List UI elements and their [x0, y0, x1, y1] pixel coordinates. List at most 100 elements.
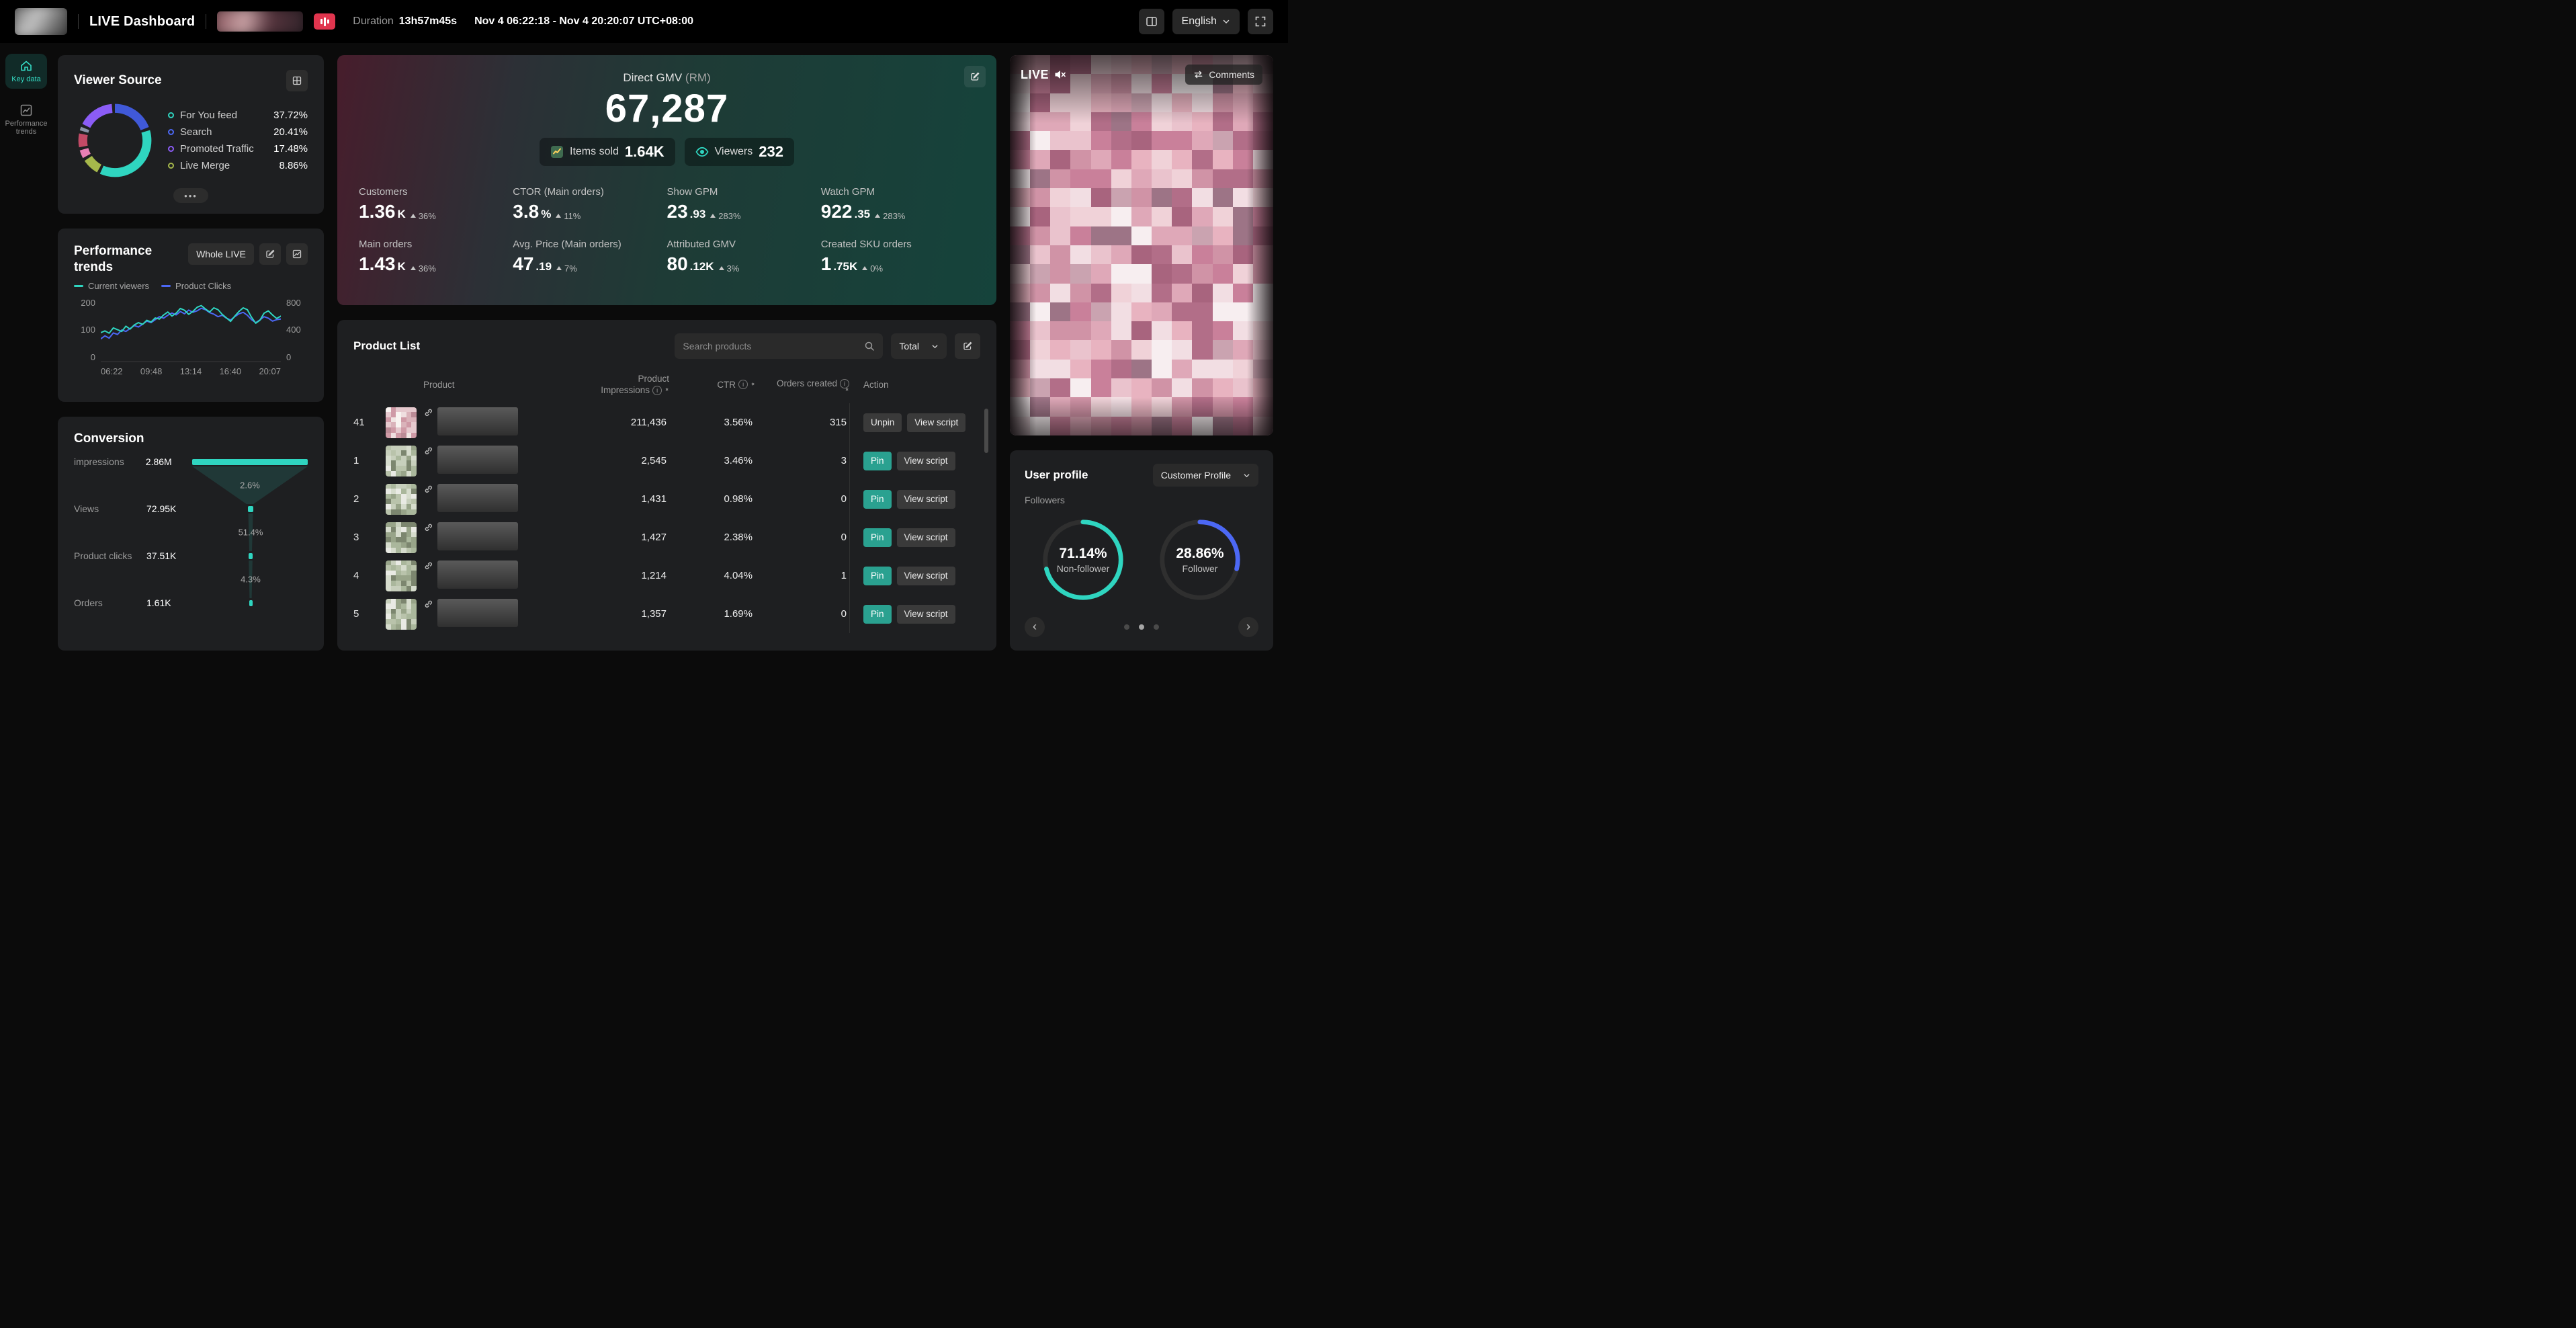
live-status-icon — [314, 13, 335, 30]
view-script-button[interactable]: View script — [897, 490, 955, 509]
performance-line-chart: 200 100 0 800 400 0 — [74, 298, 308, 362]
layout-toggle-button[interactable] — [1139, 9, 1164, 34]
product-title-redacted — [437, 599, 518, 627]
carousel-dot[interactable] — [1124, 624, 1129, 630]
carousel-dots — [1124, 624, 1159, 630]
sort-control[interactable]: ▲▼ — [750, 384, 755, 385]
legend-dot — [168, 146, 174, 152]
view-script-button[interactable]: View script — [907, 413, 965, 432]
link-icon[interactable] — [423, 407, 433, 417]
range-selector-button[interactable]: Whole LIVE — [188, 243, 254, 265]
profile-type-select[interactable]: Customer Profile — [1153, 464, 1258, 487]
product-title-redacted — [437, 446, 518, 474]
vertical-scrollbar[interactable] — [984, 409, 988, 453]
pin-button[interactable]: Pin — [863, 452, 892, 470]
conversion-title: Conversion — [74, 431, 308, 446]
carousel-next-button[interactable]: › — [1238, 617, 1258, 637]
table-row[interactable]: 1 2,545 3.46% 3 — [353, 442, 980, 480]
product-list-card: Product List Total — [337, 320, 996, 651]
home-icon — [19, 59, 33, 73]
scope-select[interactable]: Total — [891, 333, 947, 359]
info-icon[interactable]: i — [738, 380, 748, 389]
link-icon[interactable] — [423, 522, 433, 532]
profile-type-value: Customer Profile — [1161, 470, 1231, 481]
pin-button[interactable]: Unpin — [863, 413, 902, 432]
info-icon[interactable]: i — [652, 386, 662, 395]
pin-button[interactable]: Pin — [863, 528, 892, 547]
view-script-button[interactable]: View script — [897, 605, 955, 624]
orders-value: 3 — [755, 455, 849, 466]
legend-value: 8.86% — [279, 160, 308, 171]
ctr-value: 3.46% — [669, 455, 755, 466]
link-icon[interactable] — [423, 599, 433, 609]
time-range: Nov 4 06:22:18 - Nov 4 20:20:07 UTC+08:0… — [474, 15, 693, 28]
rank: 4 — [353, 570, 386, 581]
sidebar-item-key-data[interactable]: Key data — [5, 54, 47, 89]
pin-button[interactable]: Pin — [863, 490, 892, 509]
link-icon[interactable] — [423, 561, 433, 571]
legend-item: Promoted Traffic 17.48% — [168, 143, 308, 155]
left-sidebar: Key data Performance trends — [0, 43, 52, 664]
fullscreen-button[interactable] — [1248, 9, 1273, 34]
edit-gmv-card-button[interactable] — [964, 66, 986, 87]
product-cell — [386, 599, 555, 630]
product-list-title: Product List — [353, 339, 667, 353]
gauge-percent: 71.14% — [1059, 546, 1107, 562]
pin-button[interactable]: Pin — [863, 605, 892, 624]
search-input[interactable] — [683, 341, 859, 351]
stage-value: 37.51K — [146, 550, 194, 561]
more-sources-button[interactable]: ••• — [173, 188, 208, 203]
view-script-button[interactable]: View script — [897, 452, 955, 470]
stage-value: 1.61K — [146, 597, 194, 608]
sidebar-item-label: Key data — [11, 75, 40, 84]
table-row[interactable]: 41 211,436 3.56% 315 — [353, 403, 980, 442]
link-icon[interactable] — [423, 446, 433, 456]
viewer-source-view-toggle[interactable] — [286, 70, 308, 91]
stat-customers: Customers 1.36K36% — [359, 186, 513, 222]
duration-label: Duration — [353, 15, 393, 28]
impressions-value: 1,427 — [555, 532, 669, 543]
follower-gauge: 28.86% Follower — [1157, 517, 1243, 603]
link-icon[interactable] — [423, 484, 433, 494]
view-script-button[interactable]: View script — [897, 567, 955, 585]
orders-value: 0 — [755, 608, 849, 620]
table-row[interactable]: 5 1,357 1.69% 0 — [353, 595, 980, 633]
legend-dot — [168, 112, 174, 118]
toggle-comments-button[interactable]: Comments — [1185, 65, 1262, 85]
stat-watch-gpm: Watch GPM 922.35283% — [821, 186, 975, 222]
table-row[interactable]: 3 1,427 2.38% 0 — [353, 518, 980, 556]
carousel-dot[interactable] — [1154, 624, 1159, 630]
duration: Duration 13h57m45s — [353, 15, 457, 28]
edit-product-list-button[interactable] — [955, 333, 980, 359]
impressions-value: 1,357 — [555, 608, 669, 620]
non-follower-gauge: 71.14% Non-follower — [1040, 517, 1126, 603]
search-icon[interactable] — [864, 341, 875, 351]
language-selector[interactable]: English — [1172, 9, 1240, 34]
muted-speaker-icon[interactable] — [1054, 69, 1066, 80]
viewer-source-card: Viewer Source — [58, 55, 324, 214]
carousel-dot-active[interactable] — [1139, 624, 1144, 630]
product-title-redacted — [437, 522, 518, 550]
pin-button[interactable]: Pin — [863, 567, 892, 585]
stage-value: 72.95K — [146, 503, 194, 514]
col-product: Product — [386, 380, 555, 390]
followers-label: Followers — [1025, 495, 1258, 505]
chevron-down-icon — [931, 343, 939, 350]
ctr-value: 4.04% — [669, 570, 755, 581]
edit-chart-button[interactable] — [259, 243, 281, 265]
performance-trends-card: Performance trends Whole LIVE — [58, 229, 324, 402]
chart-settings-button[interactable] — [286, 243, 308, 265]
rank: 2 — [353, 493, 386, 505]
view-script-button[interactable]: View script — [897, 528, 955, 547]
table-row[interactable]: 2 1,431 0.98% 0 — [353, 480, 980, 518]
stage-label: Product clicks — [74, 550, 146, 561]
edit-icon — [962, 341, 973, 351]
table-row[interactable]: 4 1,214 4.04% 1 — [353, 556, 980, 595]
legend-value: 37.72% — [273, 110, 308, 121]
items-sold-badge: Items sold 1.64K — [540, 138, 675, 166]
sidebar-item-performance-trends[interactable]: Performance trends — [5, 98, 47, 141]
product-image-redacted — [386, 446, 417, 476]
stat-avg-price: Avg. Price (Main orders) 47.197% — [513, 239, 667, 275]
carousel-prev-button[interactable]: ‹ — [1025, 617, 1045, 637]
live-dashboard-app: LIVE Dashboard Duration 13h57m45s Nov 4 … — [0, 0, 1288, 664]
